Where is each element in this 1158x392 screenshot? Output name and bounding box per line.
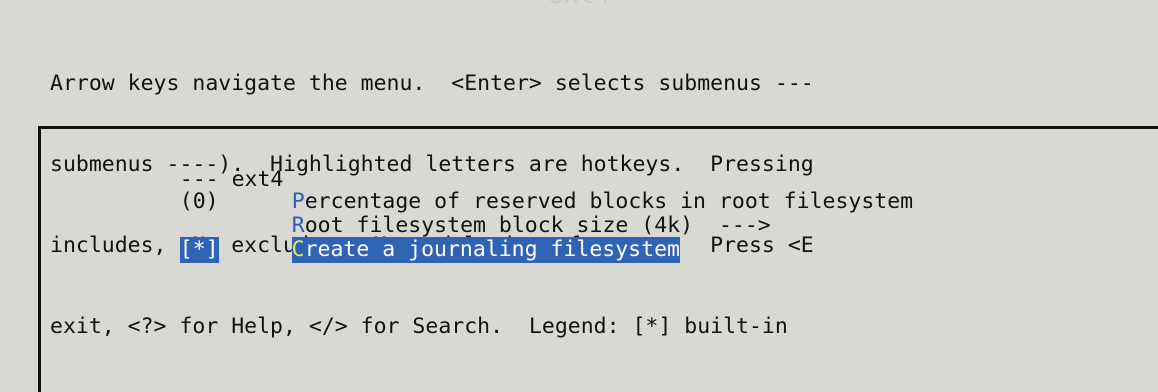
menu-item-label-wrap: Create a journaling filesystem xyxy=(291,237,680,263)
menu-item-block-size[interactable]: Root filesystem block size (4k) ---> xyxy=(128,187,771,238)
menu-item-label: reate a journaling filesystem xyxy=(304,237,680,262)
menu-item-prefix: [*] xyxy=(179,237,219,263)
help-line-1: Arrow keys navigate the menu. <Enter> se… xyxy=(50,71,814,96)
menu-item-hotkey: C xyxy=(291,237,305,262)
menu-item-reserved-blocks[interactable]: (0) Percentage of reserved blocks in root… xyxy=(128,163,913,214)
menu-item-journaling[interactable]: [*] Create a journaling filesystem xyxy=(128,211,680,263)
menu-title: ext4 xyxy=(0,0,1158,8)
menuconfig-screen: ext4 Arrow keys navigate the menu. <Ente… xyxy=(0,0,1158,392)
